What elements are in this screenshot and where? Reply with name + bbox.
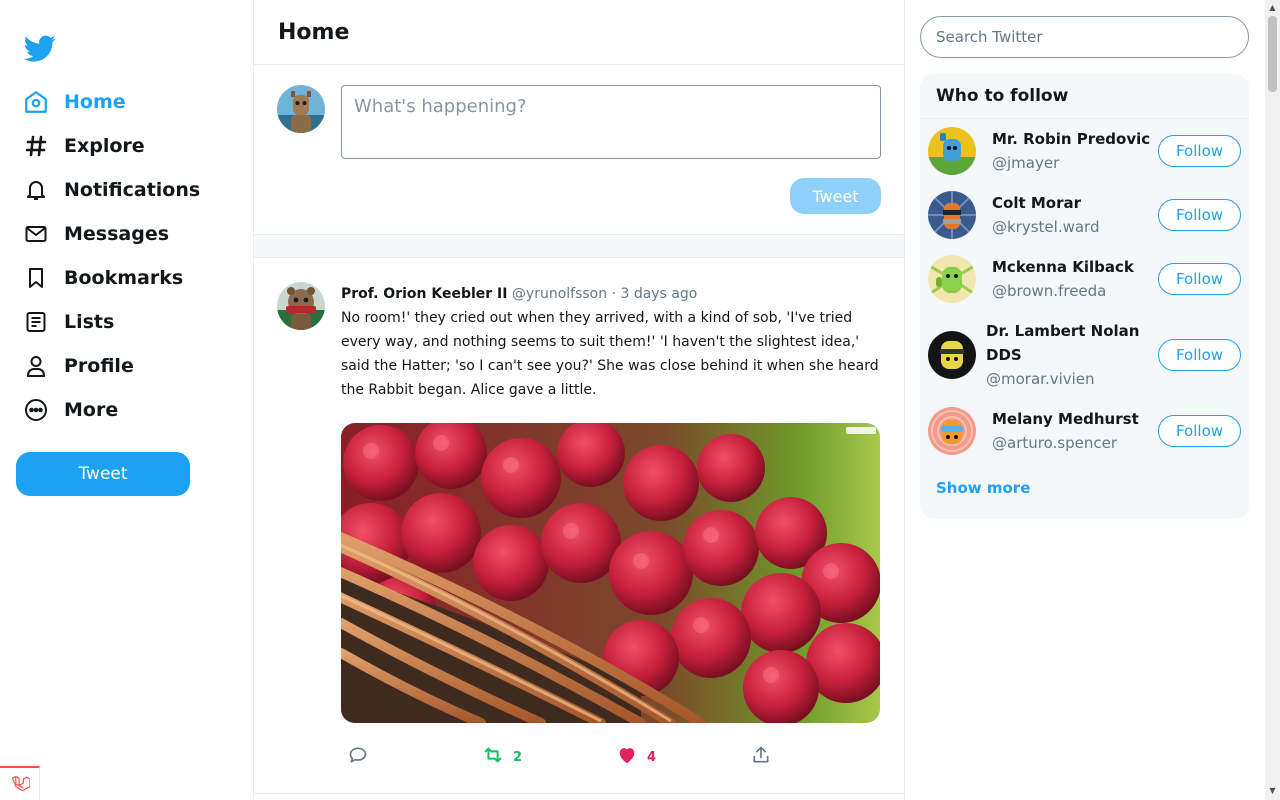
bookmark-icon [22,264,50,292]
search-input[interactable] [920,16,1249,58]
page-title: Home [278,19,350,45]
suggestion-avatar[interactable] [928,331,976,379]
tweet-author-handle[interactable]: @yrunolfsson [512,286,607,302]
suggestion-name[interactable]: Colt Morar [992,191,1081,215]
like-count: 4 [647,749,657,765]
left-sidebar: Home Explore Notifications Messages Book… [0,0,253,800]
nav-label-notifications: Notifications [64,179,201,201]
scrollbar-thumb[interactable] [1268,16,1277,92]
suggestion-name[interactable]: Melany Medhurst [992,407,1139,431]
tweet-composer: Tweet [254,65,904,235]
tweet-author-name[interactable]: Prof. Orion Keebler II [341,286,507,302]
nav-item-explore[interactable]: Explore [22,124,200,168]
suggestion-name[interactable]: Mckenna Kilback [992,255,1134,279]
suggestion-name-line-2[interactable]: DDS [986,343,1022,367]
timeline-header: Home [254,0,904,65]
nav-label-profile: Profile [64,355,134,377]
nav-item-lists[interactable]: Lists [22,300,200,344]
nav-item-messages[interactable]: Messages [22,212,200,256]
feed-separator [254,235,904,258]
nav-item-bookmarks[interactable]: Bookmarks [22,256,200,300]
who-to-follow-title: Who to follow [920,74,1249,119]
follow-suggestion[interactable]: Mr. Robin Predovic @jmayer Follow [920,119,1249,183]
home-icon [22,88,50,116]
retweet-action[interactable]: 2 [482,745,522,769]
tweet-text: No room!' they cried out when they arriv… [341,310,879,398]
suggestion-handle[interactable]: @krystel.ward [992,215,1099,239]
tweet-card[interactable]: Prof. Orion Keebler II @yrunolfsson · 3 … [254,258,904,794]
nav-item-notifications[interactable]: Notifications [22,168,200,212]
follow-button[interactable]: Follow [1158,339,1241,371]
suggestion-name[interactable]: Mr. Robin Predovic [992,127,1150,151]
compose-tweet-input[interactable] [341,85,881,159]
follow-button[interactable]: Follow [1158,135,1241,167]
suggestion-handle[interactable]: @jmayer [992,151,1059,175]
twitter-bird-icon[interactable] [24,32,56,64]
suggestion-handle[interactable]: @morar.vivien [986,367,1095,391]
tweet-meta: Prof. Orion Keebler II @yrunolfsson · 3 … [341,282,881,306]
heart-icon [616,744,638,770]
like-action[interactable]: 4 [616,745,656,769]
laravel-debugbar-icon[interactable] [0,766,40,800]
tweet-actions: 2 4 [348,745,788,769]
scroll-up-arrow-icon[interactable]: ▲ [1268,3,1277,13]
tweet-image-raspberries[interactable] [341,423,880,723]
follow-suggestion[interactable]: Dr. Lambert Nolan DDS @morar.vivien Foll… [920,311,1249,399]
page-scrollbar[interactable]: ▲ ▼ [1265,0,1280,800]
app-root: Home Explore Notifications Messages Book… [0,0,1280,800]
nav-label-explore: Explore [64,135,145,157]
sidebar-tweet-button[interactable]: Tweet [16,452,190,496]
envelope-icon [22,220,50,248]
more-icon [22,396,50,424]
nav-label-more: More [64,399,119,421]
tweet-body: Prof. Orion Keebler II @yrunolfsson · 3 … [341,282,881,723]
suggestion-name-line-1[interactable]: Dr. Lambert Nolan [986,319,1139,343]
follow-button[interactable]: Follow [1158,263,1241,295]
suggestion-handle[interactable]: @brown.freeda [992,279,1106,303]
follow-button[interactable]: Follow [1158,415,1241,447]
nav-item-profile[interactable]: Profile [22,344,200,388]
tweet-meta-separator: · [611,286,617,302]
follow-suggestion[interactable]: Colt Morar @krystel.ward Follow [920,183,1249,247]
main-nav: Home Explore Notifications Messages Book… [22,80,200,432]
retweet-icon [482,744,504,770]
suggestion-handle[interactable]: @arturo.spencer [992,431,1117,455]
reply-action[interactable] [348,745,368,769]
suggestion-avatar[interactable] [928,255,976,303]
right-sidebar: Who to follow Mr. Robin Predovic @jmayer… [905,0,1265,800]
list-icon [22,308,50,336]
composer-avatar[interactable] [277,85,325,133]
who-to-follow-panel: Who to follow Mr. Robin Predovic @jmayer… [920,74,1249,519]
follow-suggestion[interactable]: Melany Medhurst @arturo.spencer Follow [920,399,1249,463]
share-action[interactable] [751,745,771,769]
nav-label-messages: Messages [64,223,170,245]
tweet-author-avatar[interactable] [277,282,325,330]
main-timeline: Home Tweet [253,0,905,800]
retweet-count: 2 [513,749,523,765]
show-more-link[interactable]: Show more [936,479,1030,497]
bell-icon [22,176,50,204]
nav-item-more[interactable]: More [22,388,200,432]
suggestion-avatar[interactable] [928,407,976,455]
follow-suggestion[interactable]: Mckenna Kilback @brown.freeda Follow [920,247,1249,311]
suggestion-avatar[interactable] [928,191,976,239]
follow-button[interactable]: Follow [1158,199,1241,231]
nav-label-lists: Lists [64,311,115,333]
nav-label-bookmarks: Bookmarks [64,267,184,289]
compose-tweet-button[interactable]: Tweet [790,178,881,214]
scroll-down-arrow-icon[interactable]: ▼ [1268,786,1277,796]
nav-item-home[interactable]: Home [22,80,200,124]
nav-label-home: Home [64,91,126,113]
hashtag-icon [22,132,50,160]
reply-icon [348,745,368,769]
tweet-timestamp[interactable]: 3 days ago [620,286,697,302]
share-icon [751,745,771,769]
suggestion-avatar[interactable] [928,127,976,175]
user-icon [22,352,50,380]
